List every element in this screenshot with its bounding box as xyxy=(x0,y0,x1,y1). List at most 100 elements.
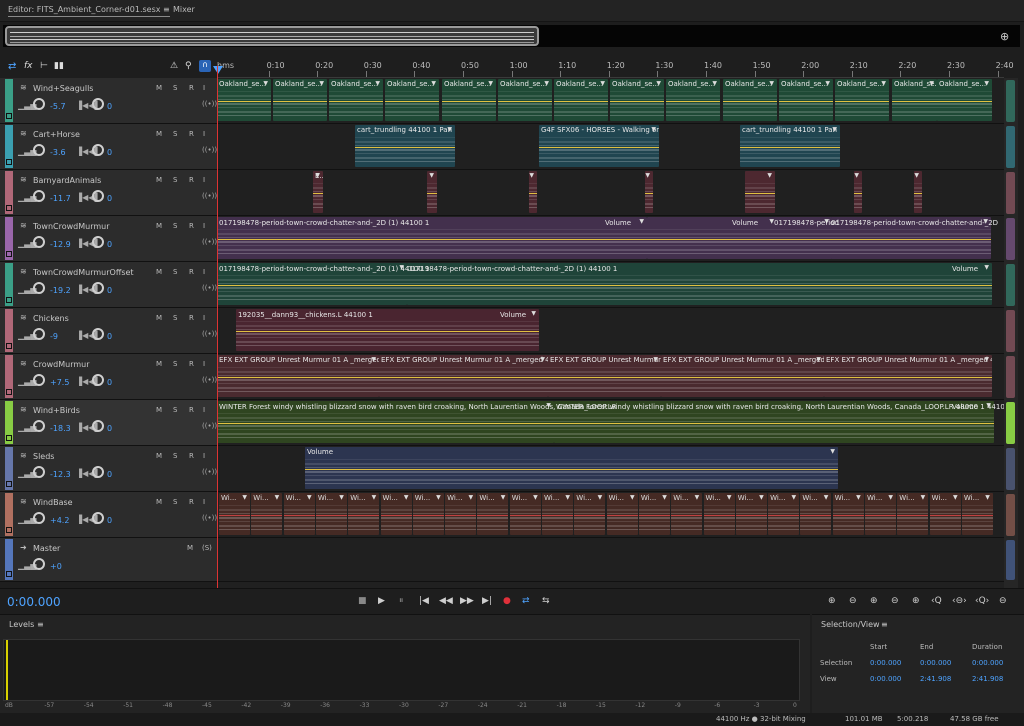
overview-view-range[interactable] xyxy=(5,26,539,46)
volume-knob[interactable] xyxy=(33,236,45,248)
track-color-bar[interactable] xyxy=(5,125,13,168)
volume-knob[interactable] xyxy=(33,144,45,156)
audio-clip[interactable]: Oakland_se... ▼ xyxy=(835,79,889,121)
track-color-bar[interactable] xyxy=(5,217,13,260)
pan-knob[interactable] xyxy=(92,374,104,386)
solo-button[interactable]: S xyxy=(173,176,177,184)
track-select-icon[interactable] xyxy=(6,159,12,165)
track-header[interactable]: ≋ Wind+Seagulls M S R I ▁▃▅ -5.7 ▐◀◀▌ 0 … xyxy=(0,78,217,124)
fast-forward-button[interactable]: ▶▶ xyxy=(460,596,474,606)
rewind-button[interactable]: ◀◀ xyxy=(439,596,453,606)
solo-button[interactable]: S xyxy=(173,406,177,414)
audio-clip[interactable]: EFX EXT GROUP Unrest Murmur 01 A _merged… xyxy=(824,355,992,397)
track-lane[interactable]: ▼ 192035__dann93__chickens.L 44100 1 Volum… xyxy=(217,308,1004,354)
pan-knob[interactable] xyxy=(92,466,104,478)
tab-menu-icon[interactable]: ≡ xyxy=(163,5,170,14)
pan-value[interactable]: 0 xyxy=(107,332,112,341)
pan-value[interactable]: 0 xyxy=(107,378,112,387)
track-lane[interactable]: Oakland_se... ▼ Oakland_se... ▼ Oakland_se..… xyxy=(217,78,1004,124)
clip-menu-icon[interactable]: ▼ xyxy=(914,172,919,179)
track-select-icon[interactable] xyxy=(6,571,12,577)
volume-value[interactable]: +7.5 xyxy=(50,378,69,387)
input-monitor-button[interactable]: I xyxy=(203,406,205,414)
view-duration[interactable]: 2:41.908 xyxy=(972,675,1003,683)
zoom-in-time-icon[interactable]: ⊕ xyxy=(870,596,878,606)
solo-button[interactable]: S xyxy=(173,498,177,506)
view-start[interactable]: 0:00.000 xyxy=(870,675,901,683)
volume-knob[interactable] xyxy=(33,558,45,570)
clip-menu-icon[interactable]: ▼ xyxy=(712,80,717,87)
audio-clip[interactable]: Oakland_se... ▼ xyxy=(723,79,777,121)
clip-menu-icon[interactable]: ▼ xyxy=(529,172,534,179)
record-arm-button[interactable]: R xyxy=(189,360,194,368)
clip-menu-icon[interactable]: ▼ xyxy=(791,494,796,501)
time-ruler[interactable]: hms 0:10 0:20 0:30 0:40 0:50 1:00 1:10 1:20 1:30… xyxy=(217,58,1014,78)
track-scroll-segment[interactable] xyxy=(1006,494,1015,536)
input-monitor-button[interactable]: I xyxy=(203,176,205,184)
zoom-navigator-icon[interactable]: ⊕ xyxy=(1000,30,1009,43)
solo-button[interactable]: S xyxy=(173,268,177,276)
track-select-icon[interactable] xyxy=(6,251,12,257)
record-arm-button[interactable]: R xyxy=(189,498,194,506)
clip-menu-icon[interactable]: ▼ xyxy=(307,494,312,501)
track-color-bar[interactable] xyxy=(5,79,13,122)
pan-value[interactable]: 0 xyxy=(107,286,112,295)
track-lane[interactable]: ▼ Wi... ▼ Wi... ▼ Wi... ▼ Wi... ▼ Wi... ▼ Wi... ▼ Wi.… xyxy=(217,492,1004,538)
pan-value[interactable]: 0 xyxy=(107,516,112,525)
record-arm-button[interactable]: R xyxy=(189,406,194,414)
solo-button[interactable]: S xyxy=(173,360,177,368)
track-lane[interactable]: cart_trundling 44100 1 Pan ▼ G4F SFX06 - H… xyxy=(217,124,1004,170)
audio-clip[interactable]: E...▼ xyxy=(313,171,323,213)
clip-menu-icon[interactable]: ▼ xyxy=(769,80,774,87)
track-name[interactable]: BarnyardAnimals xyxy=(33,176,101,185)
audio-clip[interactable]: EFX EXT GROUP Unrest Murmur 01 A▼ xyxy=(548,355,661,397)
pan-value[interactable]: 0 xyxy=(107,148,112,157)
track-color-bar[interactable] xyxy=(5,401,13,444)
track-header[interactable]: ≋ Wind+Birds M S R I ▁▃▅ -18.3 ▐◀◀▌ 0 ((… xyxy=(0,400,217,446)
mute-button[interactable]: M xyxy=(156,222,162,230)
volume-knob[interactable] xyxy=(33,374,45,386)
fx-power-icon[interactable]: ((•)) xyxy=(202,146,217,154)
fx-power-icon[interactable]: ((•)) xyxy=(202,284,217,292)
track-lanes[interactable]: Oakland_se... ▼ Oakland_se... ▼ Oakland_se..… xyxy=(217,78,1004,588)
track-color-bar[interactable] xyxy=(5,355,13,398)
volume-knob[interactable] xyxy=(33,466,45,478)
clip-menu-icon[interactable]: ▼ xyxy=(319,80,324,87)
track-color-bar[interactable] xyxy=(5,171,13,214)
pan-knob[interactable] xyxy=(92,512,104,524)
track-scroll-segment[interactable] xyxy=(1006,356,1015,398)
track-color-bar[interactable] xyxy=(5,539,13,580)
clip-menu-icon[interactable]: ▼ xyxy=(854,172,859,179)
volume-knob[interactable] xyxy=(33,512,45,524)
audio-clip[interactable]: Oakland_se... ▼ xyxy=(779,79,833,121)
track-scroll-segment[interactable] xyxy=(1006,402,1015,444)
solo-button[interactable]: S xyxy=(173,314,177,322)
input-monitor-button[interactable]: I xyxy=(203,130,205,138)
volume-knob[interactable] xyxy=(33,190,45,202)
clip-menu-icon[interactable]: ▼ xyxy=(888,494,893,501)
clip-menu-icon[interactable]: ▼ xyxy=(767,172,772,179)
track-header[interactable]: ≋ WindBase M S R I ▁▃▅ +4.2 ▐◀◀▌ 0 ((•)) xyxy=(0,492,217,538)
pan-value[interactable]: 0 xyxy=(107,424,112,433)
track-select-icon[interactable] xyxy=(6,297,12,303)
master-track-header[interactable]: ➜ Master M (S) ▁▃▅ +0 xyxy=(0,538,217,582)
record-arm-button[interactable]: R xyxy=(189,314,194,322)
audio-clip[interactable]: ▼ xyxy=(854,171,862,213)
fx-power-icon[interactable]: ((•)) xyxy=(202,100,217,108)
input-monitor-button[interactable]: I xyxy=(203,452,205,460)
zoom-selection-icon[interactable]: ‹⊖› xyxy=(952,596,967,606)
mute-button[interactable]: M xyxy=(156,452,162,460)
selection-view-menu-icon[interactable]: ≡ xyxy=(881,620,888,629)
clip-menu-icon[interactable]: ▼ xyxy=(881,80,886,87)
mute-button[interactable]: M xyxy=(156,268,162,276)
audio-clip[interactable]: Oakland_se... ▼ xyxy=(498,79,552,121)
track-name[interactable]: Sleds xyxy=(33,452,54,461)
clip-menu-icon[interactable]: ▼ xyxy=(656,80,661,87)
eq-icon[interactable]: ▮▮ xyxy=(54,61,64,71)
selection-end[interactable]: 0:00.000 xyxy=(920,659,951,667)
zoom-full-icon[interactable]: ⊕ xyxy=(912,596,920,606)
record-arm-button[interactable]: R xyxy=(189,222,194,230)
clip-menu-icon[interactable]: ▼ xyxy=(404,494,409,501)
track-select-icon[interactable] xyxy=(6,481,12,487)
clip-menu-icon[interactable]: ▼ xyxy=(662,494,667,501)
